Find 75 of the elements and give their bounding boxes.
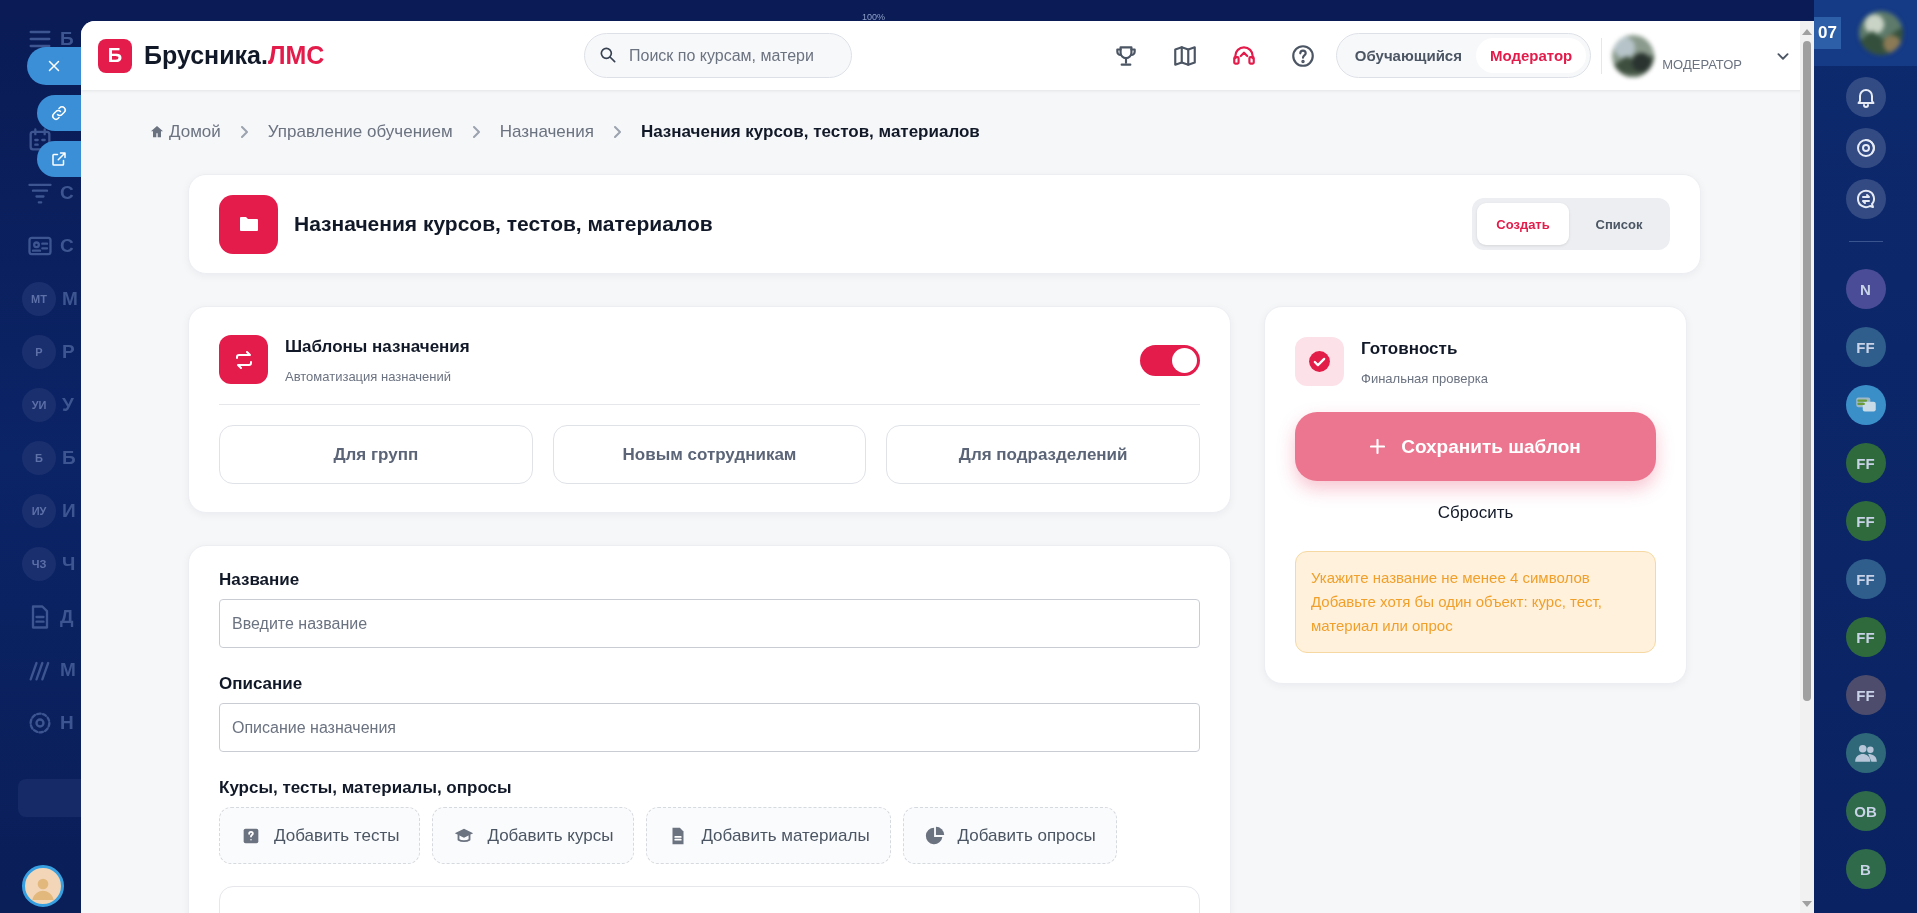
brand-name: Брусника.ЛМС <box>144 41 325 70</box>
add-button[interactable]: Добавить материалы <box>646 807 891 864</box>
open-in-new-window-button[interactable] <box>37 141 81 177</box>
chevron-right-icon <box>613 126 621 138</box>
breadcrumb-link[interactable]: Управление обучением <box>267 122 453 142</box>
reset-button[interactable]: Сбросить <box>1431 502 1520 524</box>
contact-avatar[interactable]: FF <box>1845 327 1886 367</box>
avatar-badge: Р <box>22 334 56 369</box>
contact-avatar[interactable]: FF <box>1845 559 1886 599</box>
plus-icon <box>1370 439 1386 454</box>
contact-avatar[interactable]: FF <box>1845 675 1886 715</box>
toggle-switch[interactable] <box>1140 345 1200 376</box>
avatar-badge: УИ <box>22 387 56 422</box>
contact-avatar[interactable]: OB <box>1845 791 1886 831</box>
card-subtitle: Автоматизация назначений <box>285 369 453 384</box>
contact-avatar[interactable]: N <box>1845 269 1886 309</box>
breadcrumb-link[interactable]: Назначения <box>499 122 594 142</box>
card-title: Шаблоны назначения <box>285 337 471 357</box>
check-icon <box>1295 337 1344 386</box>
link-icon <box>50 104 68 122</box>
role-tab[interactable]: Модератор <box>1475 38 1587 73</box>
avatar-badge: Б <box>22 440 56 475</box>
close-button[interactable] <box>27 47 81 85</box>
contact-avatar[interactable]: FF <box>1845 501 1886 541</box>
field-label: Название <box>219 570 301 590</box>
chevron-right-icon <box>472 126 480 138</box>
zoom-level: 100% <box>862 12 886 22</box>
repeat-icon <box>219 335 268 384</box>
add-button[interactable]: Добавить опросы <box>902 807 1117 864</box>
folder-icon <box>219 194 278 254</box>
contact-avatar[interactable] <box>1845 385 1886 425</box>
view-tab[interactable]: Список <box>1573 203 1665 245</box>
add-button[interactable]: Добавить тесты <box>219 807 421 864</box>
scrollbar[interactable] <box>1800 21 1814 913</box>
card-subtitle: Финальная проверка <box>1361 371 1489 386</box>
avatar-badge: МТ <box>22 281 56 316</box>
role-tab[interactable]: Обучающийся <box>1340 38 1476 73</box>
warning-text: Добавьте хотя бы один объект: курс, тест, материал или опрос <box>1311 592 1603 636</box>
page-title: Назначения курсов, тестов, материалов <box>294 212 714 236</box>
avatar-badge: ИУ <box>22 493 56 528</box>
chevron-right-icon <box>240 126 248 138</box>
toolbar-button[interactable] <box>1845 77 1886 117</box>
toolbar-button[interactable] <box>1845 179 1886 219</box>
field-label: Описание <box>219 674 304 694</box>
pie-chart-icon <box>923 824 946 847</box>
input-field[interactable]: Описание назначения <box>219 703 1200 752</box>
copy-link-button[interactable] <box>37 95 81 131</box>
toolbar-button[interactable] <box>1845 128 1886 168</box>
section-label: Курсы, тесты, материалы, опросы <box>219 778 513 798</box>
contact-avatar[interactable]: B <box>1845 849 1886 889</box>
view-tab[interactable]: Создать <box>1477 203 1569 245</box>
user-avatar[interactable] <box>22 865 64 907</box>
search-icon <box>598 45 618 65</box>
breadcrumb-current: Назначения курсов, тестов, материалов <box>640 122 980 142</box>
template-option-button[interactable]: Для подразделений <box>886 425 1200 484</box>
search-field[interactable]: Поиск по курсам, матери <box>584 33 852 78</box>
template-option-button[interactable]: Для групп <box>219 425 533 484</box>
avatar-badge: ЧЗ <box>22 546 56 581</box>
card-title: Готовность <box>1361 339 1459 359</box>
contact-avatar[interactable]: FF <box>1845 443 1886 483</box>
counter-badge[interactable]: 07 <box>1814 17 1841 49</box>
input-field[interactable]: Введите название <box>219 599 1200 648</box>
sidebar-panel <box>18 779 81 817</box>
user-role: МОДЕРАТОР <box>1662 57 1742 72</box>
help-icon[interactable] <box>1289 42 1316 69</box>
warning-text: Укажите название не менее 4 символов <box>1311 568 1591 588</box>
external-link-icon <box>50 150 68 168</box>
add-button[interactable]: Добавить курсы <box>432 807 635 864</box>
breadcrumb-link[interactable]: Домой <box>149 122 221 142</box>
sidebar-label: Б <box>60 28 74 50</box>
template-option-button[interactable]: Новым сотрудникам <box>552 425 867 484</box>
contact-avatar[interactable] <box>1845 733 1886 773</box>
contact-avatar[interactable]: FF <box>1845 617 1886 657</box>
home-icon <box>149 124 165 140</box>
logo-mark: Б <box>98 38 132 73</box>
